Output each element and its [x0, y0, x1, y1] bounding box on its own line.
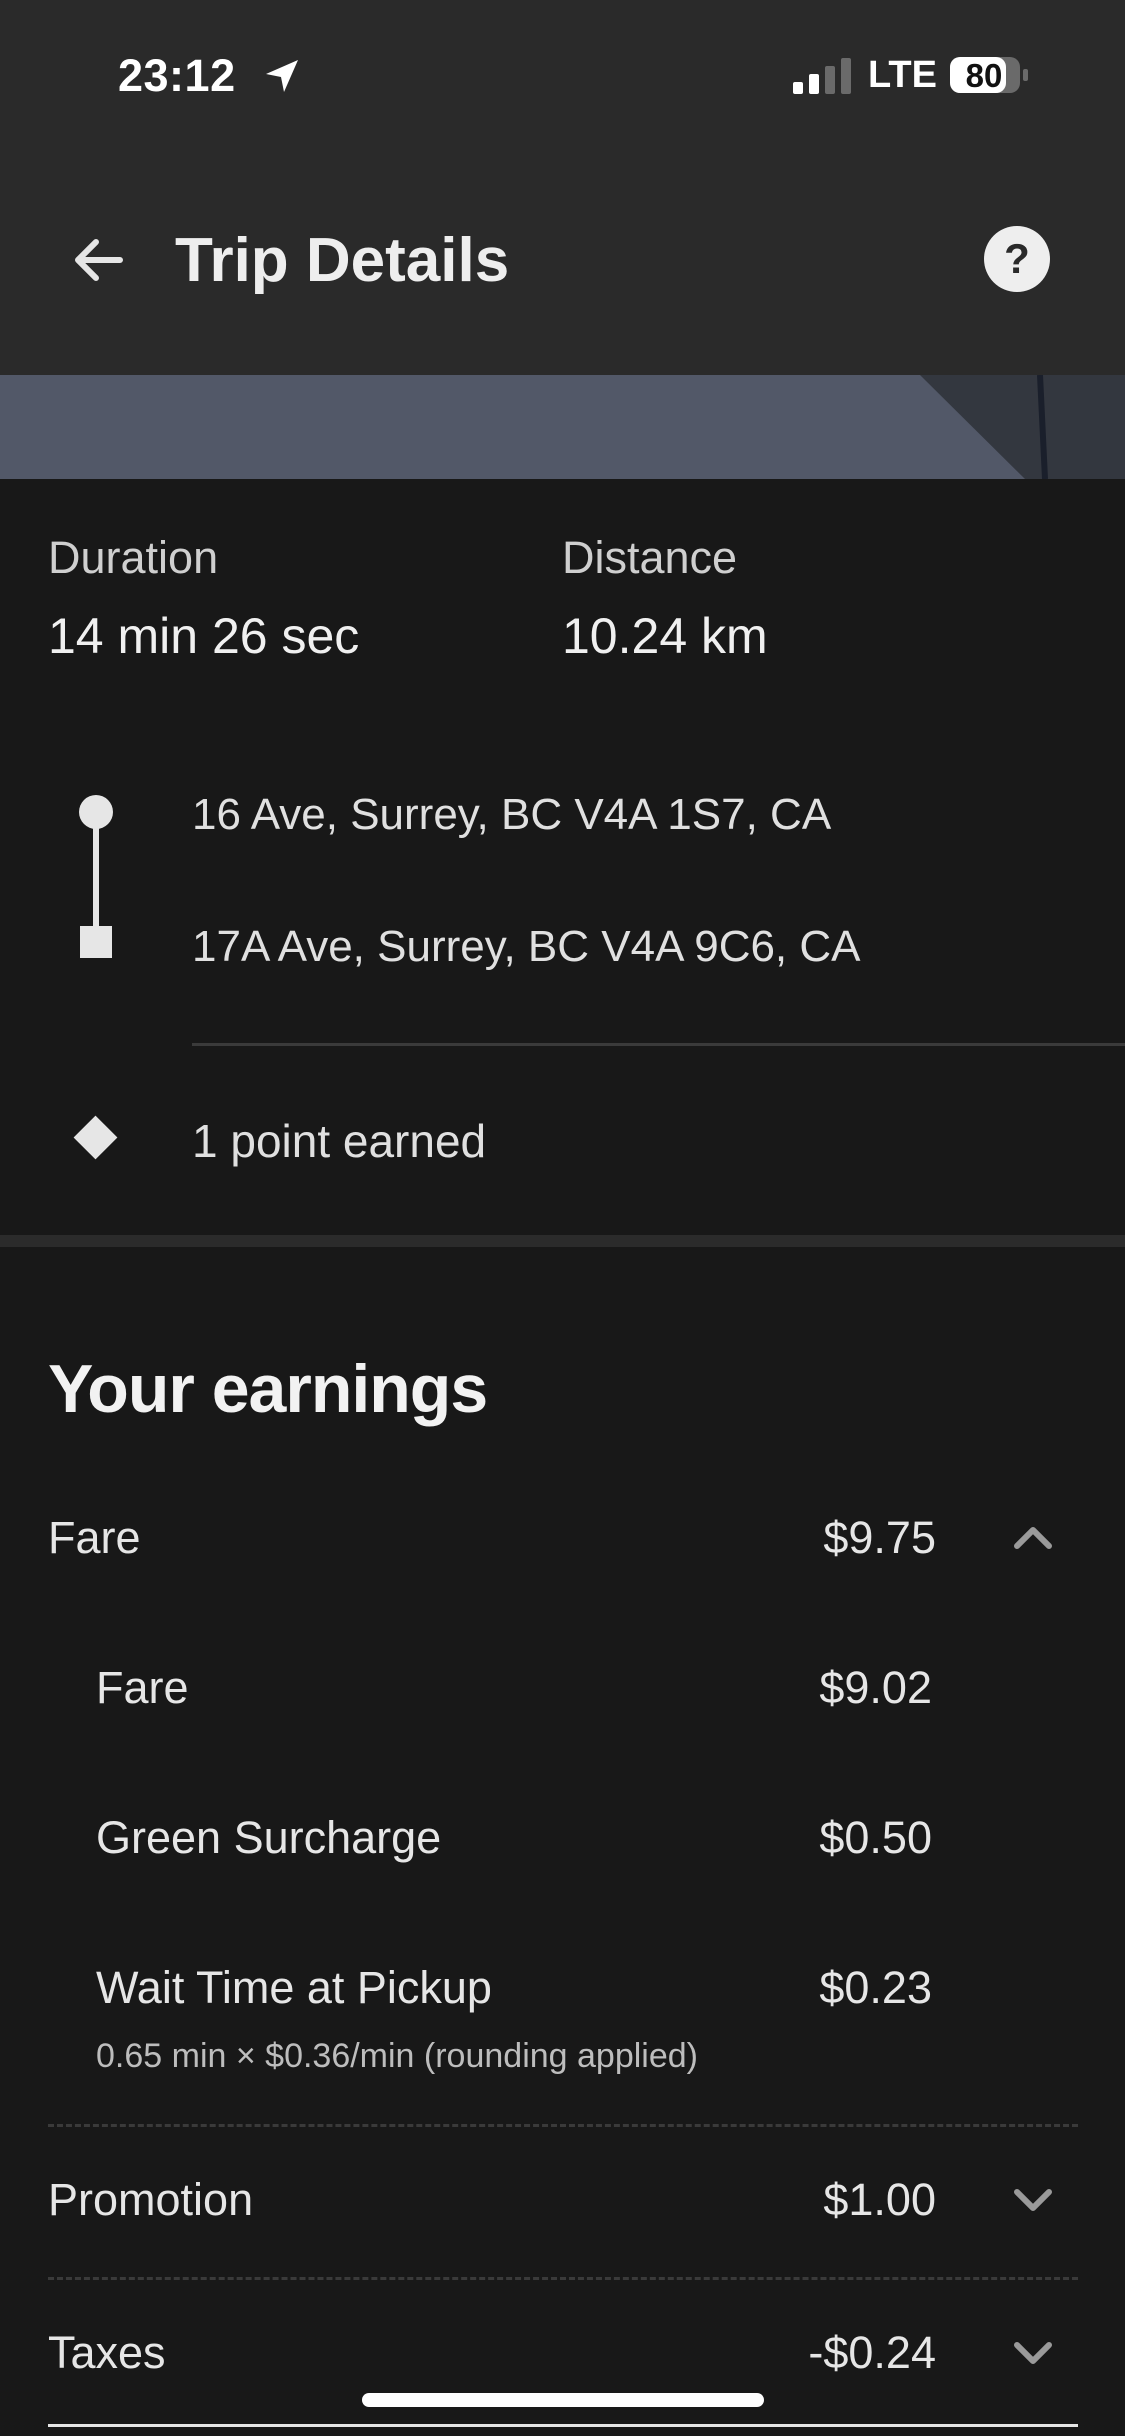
wait-time-note: 0.65 min × $0.36/min (rounding applied) [96, 2037, 698, 2075]
map-road-shape [920, 375, 1125, 479]
taxes-amount: -$0.24 [808, 2327, 936, 2378]
fare-label: Fare [48, 1512, 141, 1563]
page-title: Trip Details [175, 226, 510, 295]
location-arrow-icon [266, 60, 298, 92]
svg-text:?: ? [1004, 235, 1030, 282]
green-surcharge-amount: $0.50 [819, 1812, 932, 1863]
signal-icon [793, 58, 851, 94]
bottom-divider [48, 2424, 1078, 2427]
fare-item-label: Fare [96, 1662, 189, 1713]
square-icon [80, 926, 112, 958]
dashed-divider [48, 2124, 1078, 2127]
help-icon[interactable]: ? [983, 225, 1051, 293]
circle-icon [79, 795, 113, 829]
dashed-divider [48, 2277, 1078, 2280]
section-divider [0, 1235, 1125, 1247]
battery-level: 80 [965, 57, 1003, 94]
chevron-up-icon[interactable] [1011, 1522, 1055, 1552]
duration-value: 14 min 26 sec [48, 608, 360, 664]
distance-label: Distance [562, 532, 738, 583]
promotion-label: Promotion [48, 2174, 254, 2225]
duration-label: Duration [48, 532, 219, 583]
network-type: LTE [868, 54, 937, 96]
chevron-down-icon[interactable] [1011, 2186, 1055, 2216]
diamond-icon [73, 1115, 118, 1160]
fare-item-amount: $9.02 [819, 1662, 932, 1713]
points-earned: 1 point earned [192, 1115, 487, 1167]
earnings-title: Your earnings [48, 1351, 488, 1427]
status-time: 23:12 [118, 50, 236, 101]
home-indicator[interactable] [362, 2393, 764, 2407]
route-connector [93, 810, 99, 940]
green-surcharge-label: Green Surcharge [96, 1812, 442, 1863]
wait-time-label: Wait Time at Pickup [96, 1962, 492, 2013]
chevron-down-icon[interactable] [1011, 2339, 1055, 2369]
distance-value: 10.24 km [562, 608, 768, 664]
promotion-amount: $1.00 [823, 2174, 936, 2225]
trip-details-screen: 23:12 LTE 80 Trip Details ? Duration 14 … [0, 0, 1125, 2436]
fare-amount: $9.75 [823, 1512, 936, 1563]
pickup-address: 16 Ave, Surrey, BC V4A 1S7, CA [192, 790, 832, 839]
taxes-label: Taxes [48, 2327, 166, 2378]
dropoff-address: 17A Ave, Surrey, BC V4A 9C6, CA [192, 922, 861, 971]
wait-time-amount: $0.23 [819, 1962, 932, 2013]
header-bar: 23:12 LTE 80 Trip Details ? [0, 0, 1125, 375]
divider [192, 1043, 1125, 1046]
arrow-left-icon[interactable] [68, 230, 128, 290]
route-map[interactable] [0, 375, 1125, 479]
